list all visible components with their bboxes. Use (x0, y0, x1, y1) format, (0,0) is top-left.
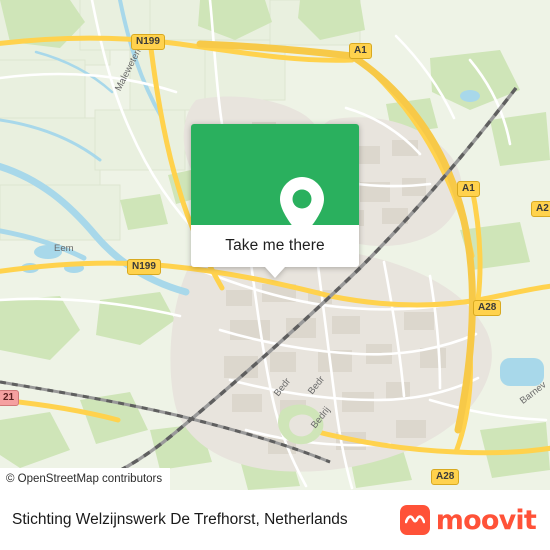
map-label-eem: Eem (54, 243, 74, 254)
map-screenshot: N199 A1 A1 A2 N199 A28 21 A28 Maleweteri… (0, 0, 550, 550)
moovit-wordmark: moovit (435, 504, 537, 536)
road-shield-a2: A2 (531, 201, 550, 217)
callout-tail (265, 267, 285, 278)
road-shield-n199-west: N199 (127, 259, 161, 275)
page-title: Stichting Welzijnswerk De Trefhorst, Net… (12, 511, 348, 528)
road-shield-21: 21 (0, 390, 20, 406)
road-shield-a28-south: A28 (431, 469, 460, 485)
road-shield-a28-east: A28 (473, 300, 502, 316)
map-canvas[interactable]: N199 A1 A1 A2 N199 A28 21 A28 Maleweteri… (0, 0, 550, 490)
callout-pin-panel (191, 124, 359, 237)
road-shield-a1-east: A1 (457, 181, 480, 197)
location-callout[interactable]: Take me there (191, 124, 359, 278)
footer-bar: Stichting Welzijnswerk De Trefhorst, Net… (0, 490, 550, 550)
take-me-there-label: Take me there (225, 237, 325, 254)
moovit-wave-icon (399, 505, 430, 535)
moovit-logo[interactable]: moovit (399, 504, 537, 536)
map-attribution[interactable]: © OpenStreetMap contributors (0, 468, 171, 490)
road-shield-a1-north: A1 (349, 43, 372, 59)
take-me-there-button[interactable]: Take me there (191, 225, 359, 278)
road-shield-n199-north: N199 (131, 34, 165, 50)
